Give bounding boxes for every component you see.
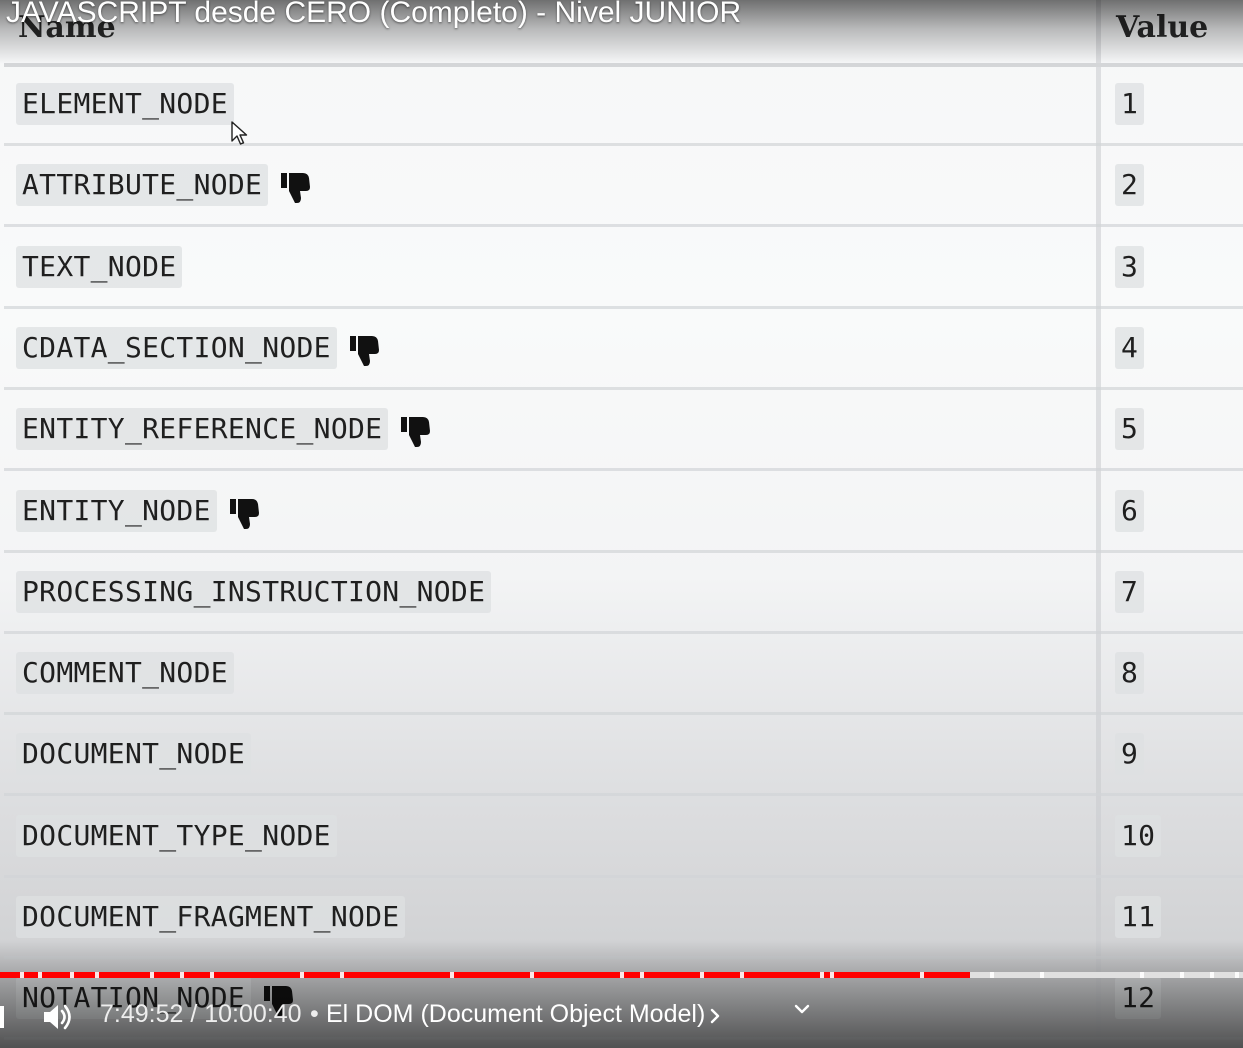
node-value: 9 (1115, 733, 1145, 776)
table-row: DOCUMENT_FRAGMENT_NODE 11 (4, 878, 1243, 959)
table-header: Name Value (4, 0, 1243, 67)
node-name: DOCUMENT_NODE (16, 733, 252, 776)
node-value: 11 (1115, 896, 1162, 938)
chapter-marker (1210, 972, 1214, 978)
table-row: TEXT_NODE 3 (4, 228, 1243, 309)
chapter-marker (180, 972, 184, 978)
node-value: 2 (1115, 164, 1145, 207)
chapter-marker (1040, 972, 1044, 978)
video-player[interactable]: Name Value ELEMENT_NODE 1 ATTRIBUTE_NODE 2 T… (0, 0, 1243, 1048)
chapter-marker (70, 972, 74, 978)
progress-played (0, 972, 970, 978)
node-name: ATTRIBUTE_NODE (16, 164, 269, 207)
header-name: Name (18, 10, 116, 45)
play-button-edge[interactable] (0, 1006, 4, 1028)
node-value: 1 (1115, 83, 1145, 125)
chapter-marker (820, 972, 824, 978)
player-controls: 7:49:52 / 10:00:40 • El DOM (Document Ob… (0, 990, 1243, 1042)
chapter-marker (740, 972, 744, 978)
node-name: ENTITY_REFERENCE_NODE (16, 408, 389, 451)
node-name: ENTITY_NODE (16, 489, 217, 532)
chapter-marker (300, 972, 304, 978)
node-value: 4 (1115, 326, 1145, 369)
chapter-marker (1140, 972, 1144, 978)
node-name: DOCUMENT_FRAGMENT_NODE (16, 896, 406, 938)
node-value: 8 (1115, 652, 1145, 695)
node-value: 3 (1115, 245, 1145, 288)
table-row: ATTRIBUTE_NODE 2 (4, 146, 1243, 228)
node-name: TEXT_NODE (16, 245, 183, 288)
node-name: PROCESSING_INSTRUCTION_NODE (16, 570, 492, 613)
chapter-separator: • (310, 1000, 319, 1028)
table-row: ELEMENT_NODE 1 (4, 65, 1243, 146)
chevron-right-icon[interactable] (708, 1006, 722, 1026)
node-value: 10 (1115, 814, 1162, 857)
chapter-marker (450, 972, 454, 978)
table-row: COMMENT_NODE 8 (4, 634, 1243, 716)
table-row: DOCUMENT_NODE 9 (4, 715, 1243, 797)
chapter-marker (210, 972, 214, 978)
table-row: PROCESSING_INSTRUCTION_NODE 7 (4, 553, 1243, 634)
chapter-marker (20, 972, 24, 978)
header-value: Value (1116, 10, 1209, 45)
table-row: CDATA_SECTION_NODE 4 (4, 309, 1243, 390)
chapter-marker (640, 972, 644, 978)
mouse-cursor-icon (231, 121, 248, 145)
time-display: 7:49:52 / 10:00:40 (100, 1000, 302, 1028)
node-name: ELEMENT_NODE (16, 83, 234, 125)
node-name: COMMENT_NODE (16, 652, 234, 695)
node-value: 5 (1115, 408, 1145, 451)
node-name: CDATA_SECTION_NODE (16, 326, 337, 369)
chevron-down-icon[interactable] (792, 1002, 812, 1016)
node-value: 7 (1115, 570, 1145, 613)
chapter-marker (620, 972, 624, 978)
chapter-marker (530, 972, 534, 978)
chapter-title[interactable]: El DOM (Document Object Model) (326, 1000, 705, 1029)
volume-icon[interactable] (42, 1002, 74, 1032)
table-row: ENTITY_NODE 6 (4, 472, 1243, 553)
chapter-marker (920, 972, 924, 978)
chapter-marker (38, 972, 42, 978)
chapter-marker (830, 972, 834, 978)
thumbs-down-icon (230, 498, 259, 529)
thumbs-down-icon (350, 335, 379, 366)
table-row: ENTITY_REFERENCE_NODE 5 (4, 390, 1243, 472)
node-name: DOCUMENT_TYPE_NODE (16, 814, 337, 857)
thumbs-down-icon (281, 173, 310, 204)
progress-bar[interactable] (0, 972, 1243, 978)
chapter-marker (1180, 972, 1184, 978)
chapter-marker (95, 972, 99, 978)
chapter-marker (700, 972, 704, 978)
thumbs-down-icon (401, 417, 430, 448)
chapter-marker (990, 972, 994, 978)
chapter-marker (1235, 972, 1239, 978)
table-row: DOCUMENT_TYPE_NODE 10 (4, 797, 1243, 878)
chapter-marker (150, 972, 154, 978)
chapter-marker (340, 972, 344, 978)
node-value: 6 (1115, 489, 1145, 532)
